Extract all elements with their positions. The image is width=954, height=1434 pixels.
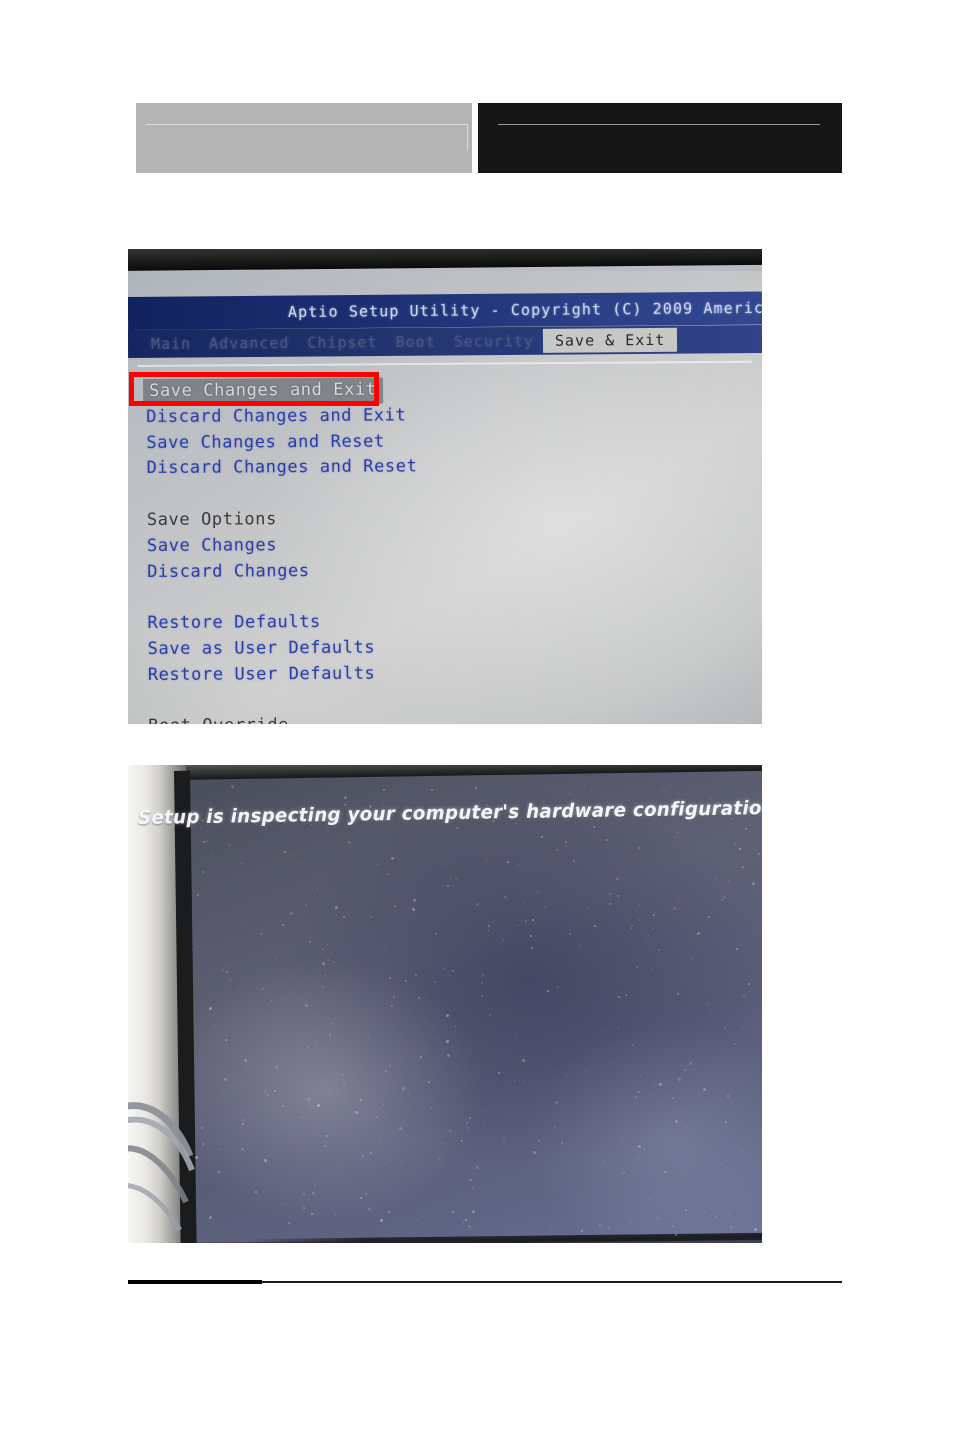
bios-menu-item-discard-changes-and-reset[interactable]: Discard Changes and Reset: [146, 454, 576, 482]
bios-tab-underline: [137, 360, 752, 367]
bios-tab-list: Main Advanced Chipset Boot Security Save & Ex…: [142, 327, 678, 356]
bios-menu-item-save-options: Save Options: [146, 509, 277, 530]
footer-rule-dark: [128, 1280, 262, 1284]
bios-menu-item-save-changes[interactable]: Save Changes: [147, 531, 577, 559]
bios-menu-spacer: [147, 480, 577, 508]
bios-menu-item-restore-defaults[interactable]: Restore Defaults: [147, 609, 577, 637]
cables: [128, 1090, 198, 1243]
bios-menu-spacer: [148, 686, 578, 714]
bios-tab-chipset[interactable]: Chipset: [298, 331, 386, 354]
bios-tab-security[interactable]: Security: [445, 330, 543, 353]
cable-svg: [128, 1102, 195, 1232]
bios-screen: Aptio Setup Utility - Copyright (C) 2009…: [128, 271, 762, 724]
page-footer: [0, 1280, 954, 1300]
bios-menu-list: Save Changes and Exit Discard Changes and…: [143, 376, 578, 724]
header-block-left: [136, 103, 472, 173]
bios-tab-boot[interactable]: Boot: [386, 331, 444, 353]
setup-screen: [176, 768, 762, 1243]
bios-menu-spacer: [147, 583, 577, 611]
header-rule-right: [498, 124, 820, 125]
header-rule-left: [146, 124, 468, 125]
figure-bios-screenshot: Aptio Setup Utility - Copyright (C) 2009…: [128, 249, 762, 724]
red-annotation-box: [129, 372, 379, 406]
bios-menu-item-save-as-user-defaults[interactable]: Save as User Defaults: [148, 634, 578, 662]
monitor-bezel: [128, 249, 762, 271]
bios-menu-item-discard-changes-and-exit[interactable]: Discard Changes and Exit: [146, 402, 576, 430]
header-rule-left-tick: [467, 124, 468, 151]
bios-menu-item-boot-override: Boot Override: [148, 712, 578, 724]
footer-rule-light: [262, 1281, 842, 1283]
header-block-right: [478, 103, 842, 173]
bios-tab-main[interactable]: Main: [142, 333, 200, 355]
bios-menu-item-restore-user-defaults[interactable]: Restore User Defaults: [148, 660, 578, 688]
bios-tab-save-exit[interactable]: Save & Exit: [542, 327, 678, 353]
page-header: [0, 0, 954, 190]
bios-menu-item-save-changes-and-reset[interactable]: Save Changes and Reset: [146, 428, 576, 456]
figure-setup-screenshot: Setup is inspecting your computer's hard…: [128, 765, 762, 1243]
bios-tab-advanced[interactable]: Advanced: [200, 332, 298, 355]
bios-menu-item-discard-changes[interactable]: Discard Changes: [147, 557, 577, 585]
